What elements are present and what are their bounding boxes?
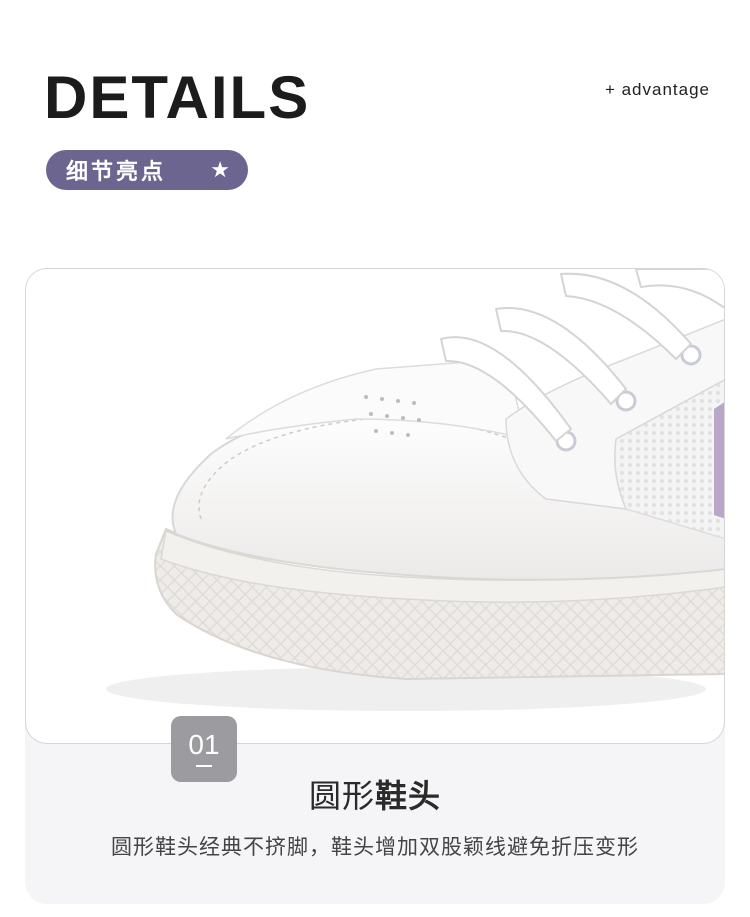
advantage-label: + advantage: [604, 80, 710, 99]
details-badge: 细节亮点 ★: [46, 150, 248, 190]
badge-label: 细节亮点: [66, 160, 167, 185]
number-underline: [196, 765, 212, 767]
feature-description: 圆形鞋头经典不挤脚，鞋头增加双股颖线避免折压变形: [111, 835, 639, 859]
feature-number: 01: [188, 729, 220, 760]
feature-heading: 圆形鞋头: [0, 771, 750, 817]
page-title: DETAILS: [44, 64, 311, 131]
star-icon: ★: [210, 157, 230, 183]
feature-heading-bold: 鞋头: [375, 777, 442, 815]
shoe-toe-image: [25, 268, 725, 744]
feature-heading-regular: 圆形: [308, 777, 375, 815]
